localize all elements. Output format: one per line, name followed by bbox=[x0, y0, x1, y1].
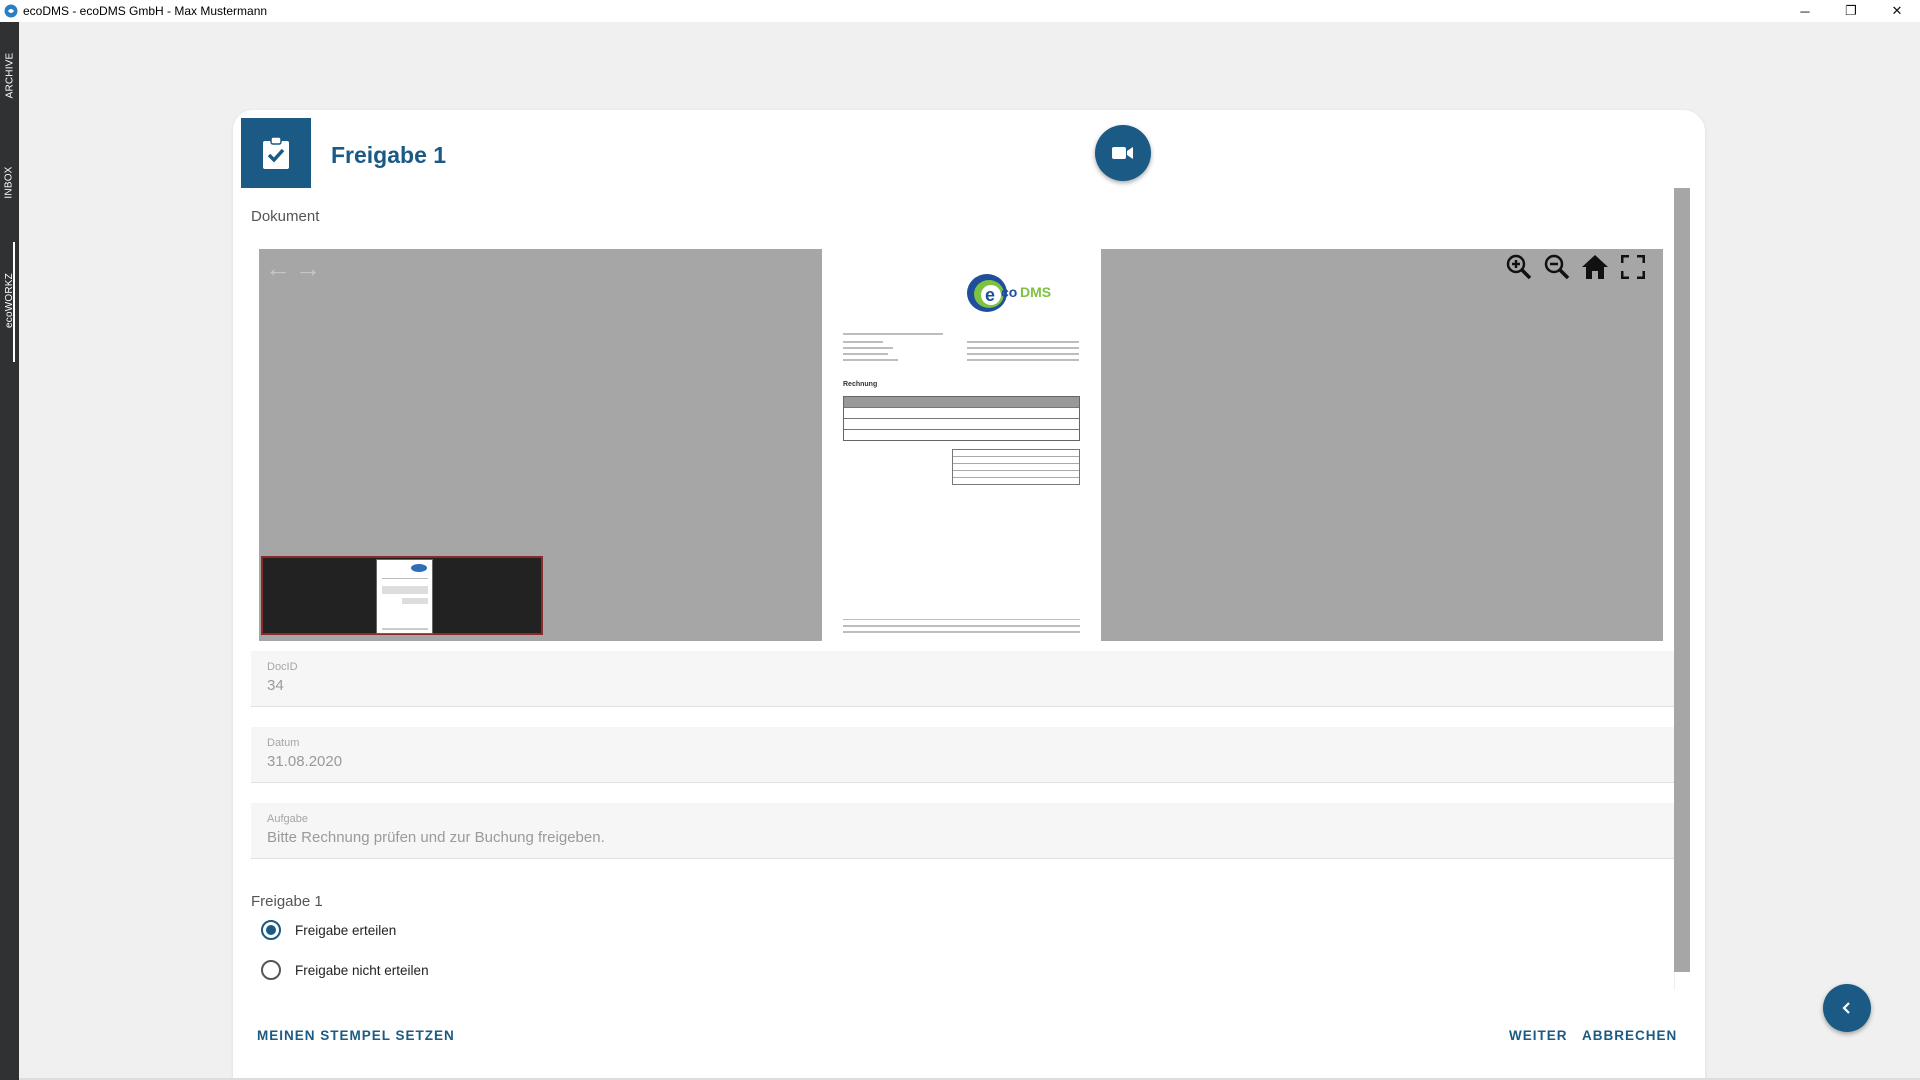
home-icon[interactable] bbox=[1580, 253, 1610, 281]
sidenav-label-inbox: INBOX bbox=[4, 165, 15, 199]
sidenav-label-archive: ARCHIVE bbox=[4, 52, 16, 98]
window-controls: ─ ❐ ✕ bbox=[1782, 0, 1920, 22]
minimize-button[interactable]: ─ bbox=[1782, 0, 1828, 22]
viewer-toolbar bbox=[1504, 253, 1648, 281]
scrollbar-thumb[interactable] bbox=[1674, 188, 1690, 972]
radio-reject-label[interactable]: Freigabe nicht erteilen bbox=[295, 963, 429, 978]
date-field: Datum 31.08.2020 bbox=[251, 727, 1674, 783]
zoom-out-icon[interactable] bbox=[1542, 253, 1572, 281]
window-title: ecoDMS - ecoDMS GmbH - Max Mustermann bbox=[23, 4, 268, 18]
task-label: Aufgabe bbox=[267, 813, 308, 825]
approval-dialog: Freigabe 1 Dokument ← → e co DMS Rechnun… bbox=[233, 110, 1705, 1080]
collapse-panel-button[interactable] bbox=[1823, 984, 1871, 1032]
sidenav-item-inbox[interactable]: INBOX bbox=[0, 152, 19, 212]
restore-button[interactable]: ❐ bbox=[1828, 0, 1874, 22]
svg-text:e: e bbox=[985, 285, 995, 305]
window-titlebar: ecoDMS - ecoDMS GmbH - Max Mustermann ─ … bbox=[0, 0, 1920, 22]
radio-approve[interactable]: Freigabe erteilen bbox=[261, 920, 396, 940]
date-label: Datum bbox=[267, 737, 300, 749]
svg-text:co: co bbox=[1001, 284, 1017, 300]
next-page-arrow-icon[interactable]: → bbox=[295, 253, 321, 284]
close-button[interactable]: ✕ bbox=[1874, 0, 1920, 22]
cancel-button[interactable]: ABBRECHEN bbox=[1582, 1028, 1677, 1043]
previous-page-arrow-icon[interactable]: ← bbox=[265, 253, 291, 284]
docid-value: 34 bbox=[267, 677, 284, 694]
next-button[interactable]: WEITER bbox=[1509, 1028, 1568, 1043]
ecodms-logo: e co DMS bbox=[967, 274, 1051, 312]
radio-approve-label[interactable]: Freigabe erteilen bbox=[295, 923, 396, 938]
fullscreen-icon[interactable] bbox=[1618, 253, 1648, 281]
document-heading: Rechnung bbox=[843, 381, 878, 388]
task-field: Aufgabe Bitte Rechnung prüfen und zur Bu… bbox=[251, 803, 1674, 859]
sidenav-active-indicator bbox=[13, 242, 15, 362]
dialog-title: Freigabe 1 bbox=[331, 142, 447, 168]
zoom-in-icon[interactable] bbox=[1504, 253, 1534, 281]
task-header-icon bbox=[241, 118, 311, 188]
document-section-label: Dokument bbox=[251, 208, 320, 225]
docid-label: DocID bbox=[267, 661, 298, 673]
page-thumbnail[interactable] bbox=[376, 559, 433, 634]
sidenav-item-ecoworkz[interactable]: ecoWORKZ bbox=[0, 250, 19, 350]
ecodms-app-icon bbox=[3, 3, 19, 19]
document-invoice-table bbox=[843, 396, 1080, 441]
video-button[interactable] bbox=[1095, 125, 1151, 181]
approval-group-label: Freigabe 1 bbox=[251, 893, 323, 910]
document-viewer[interactable]: ← → e co DMS Rechnung bbox=[259, 249, 1663, 641]
chevron-left-icon bbox=[1842, 1002, 1850, 1014]
task-value: Bitte Rechnung prüfen und zur Buchung fr… bbox=[267, 829, 605, 846]
document-sum-table bbox=[952, 449, 1080, 485]
sidenav-item-archive[interactable]: ARCHIVE bbox=[0, 40, 19, 110]
svg-text:DMS: DMS bbox=[1020, 284, 1051, 300]
page-navigator[interactable] bbox=[261, 556, 543, 635]
radio-reject-control[interactable] bbox=[261, 960, 281, 980]
clipboard-check-icon bbox=[263, 136, 289, 169]
set-stamp-button[interactable]: MEINEN STEMPEL SETZEN bbox=[257, 1028, 455, 1043]
document-page: e co DMS Rechnung bbox=[822, 249, 1101, 641]
side-navigation: ARCHIVE INBOX ecoWORKZ bbox=[0, 22, 19, 1080]
date-value: 31.08.2020 bbox=[267, 753, 343, 770]
radio-approve-control[interactable] bbox=[261, 920, 281, 940]
docid-field: DocID 34 bbox=[251, 651, 1674, 707]
radio-reject[interactable]: Freigabe nicht erteilen bbox=[261, 960, 429, 980]
video-camera-icon bbox=[1112, 147, 1133, 159]
